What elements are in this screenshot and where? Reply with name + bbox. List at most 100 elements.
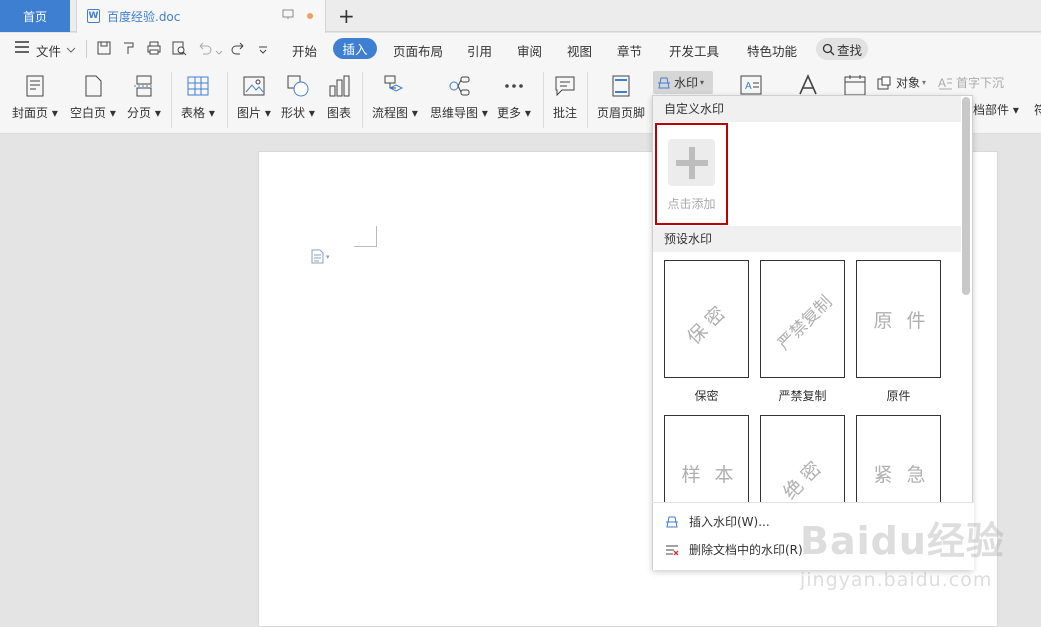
page-break-button[interactable]: 分页 ▾ — [127, 73, 161, 129]
insert-watermark-item[interactable]: 插入水印(W)... — [665, 513, 770, 530]
menu-divider — [652, 502, 973, 503]
paragraph-options-icon[interactable]: ▾ — [311, 249, 330, 264]
menu-page-layout[interactable]: 页面布局 — [393, 41, 443, 60]
monitor-icon[interactable] — [282, 9, 294, 23]
mindmap-button[interactable]: 思维导图 ▾ — [430, 73, 488, 129]
word-doc-icon: W — [87, 9, 100, 23]
format-painter-icon[interactable] — [121, 40, 137, 59]
baidu-jingyan-watermark: Baidu经验 jingyan.baidu.com — [800, 510, 1030, 610]
table-label: 表格 ▾ — [181, 106, 215, 120]
quick-access-dropdown-icon[interactable] — [258, 43, 268, 57]
header-footer-button[interactable]: 页眉页脚 — [597, 73, 645, 129]
delete-watermark-item[interactable]: 删除文档中的水印(R) — [665, 541, 803, 558]
cover-page-label: 封面页 ▾ — [12, 106, 58, 120]
insert-watermark-label: 插入水印(W)... — [689, 515, 770, 529]
preset-watermark-label: 严禁复制 — [778, 389, 827, 403]
object-button[interactable]: 对象 ▾ — [876, 74, 926, 91]
preset-watermark-header: 预设水印 — [653, 226, 961, 252]
header-footer-icon — [612, 75, 630, 97]
page-break-icon — [133, 75, 154, 97]
unsaved-dot-icon[interactable] — [307, 13, 313, 19]
redo-icon[interactable] — [230, 41, 246, 58]
menu-developer[interactable]: 开发工具 — [669, 41, 719, 60]
custom-watermark-header: 自定义水印 — [653, 96, 961, 122]
blank-page-button[interactable]: 空白页 ▾ — [70, 73, 116, 129]
shape-label: 形状 ▾ — [281, 106, 315, 120]
file-menu[interactable]: 文件 — [36, 41, 61, 60]
more-label: 更多 ▾ — [497, 106, 531, 120]
menu-review[interactable]: 审阅 — [517, 41, 542, 60]
preset-watermark-thumbnail[interactable]: 保密 — [664, 260, 749, 378]
watermark-preview-text: 保密 — [683, 298, 735, 350]
menu-view[interactable]: 视图 — [567, 41, 592, 60]
divider — [86, 40, 87, 58]
print-preview-icon[interactable] — [171, 40, 187, 59]
document-tab-title: 百度经验.doc — [107, 10, 181, 24]
add-watermark-highlight[interactable]: 点击添加 — [655, 123, 728, 225]
drop-cap-icon: A — [938, 76, 952, 90]
search-button[interactable]: 查找 — [816, 38, 868, 60]
undo-icon[interactable] — [197, 41, 213, 58]
plus-icon — [668, 139, 715, 186]
more-button[interactable]: 更多 ▾ — [497, 73, 531, 129]
menu-start[interactable]: 开始 — [292, 41, 317, 60]
mindmap-icon — [449, 76, 470, 96]
shape-button[interactable]: 形状 ▾ — [281, 73, 315, 129]
menu-section[interactable]: 章节 — [617, 41, 642, 60]
header-footer-label: 页眉页脚 — [597, 106, 646, 120]
menu-references[interactable]: 引用 — [467, 41, 492, 60]
delete-watermark-label: 删除文档中的水印(R) — [689, 543, 803, 557]
blank-page-label: 空白页 ▾ — [70, 106, 116, 120]
delete-watermark-icon — [666, 545, 679, 555]
cover-page-button[interactable]: 封面页 ▾ — [12, 73, 58, 129]
blank-page-icon — [85, 75, 102, 97]
tab-document[interactable]: W 百度经验.doc — [76, 0, 326, 33]
hamburger-icon[interactable] — [15, 41, 29, 56]
undo-dropdown-icon[interactable] — [215, 45, 223, 59]
drop-cap-label: 首字下沉 — [956, 76, 1005, 90]
watermark-preview-text: 样本 — [681, 464, 748, 486]
picture-icon — [243, 76, 265, 96]
chart-button[interactable]: 图表 — [327, 73, 351, 129]
save-icon[interactable] — [96, 40, 112, 59]
watermark-icon — [666, 516, 678, 527]
print-icon[interactable] — [146, 40, 162, 59]
comment-icon — [555, 76, 575, 97]
picture-button[interactable]: 图片 ▾ — [237, 73, 271, 129]
watermark-preview-text: 原件 — [873, 310, 940, 332]
preset-watermark-label: 保密 — [694, 389, 719, 403]
chart-label: 图表 — [327, 106, 352, 120]
ribbon-divider — [543, 72, 544, 128]
caret-down-icon: ▾ — [700, 78, 705, 87]
table-icon — [187, 76, 209, 96]
add-watermark-label: 点击添加 — [667, 197, 716, 211]
shape-icon — [287, 75, 309, 97]
comment-button[interactable]: 批注 — [553, 73, 577, 129]
tab-home[interactable]: 首页 — [0, 0, 70, 32]
table-button[interactable]: 表格 ▾ — [181, 73, 215, 129]
preset-watermark-label: 原件 — [886, 389, 911, 403]
mindmap-label: 思维导图 ▾ — [430, 106, 488, 120]
drop-cap-button[interactable]: A 首字下沉 — [937, 74, 1004, 91]
object-label: 对象 — [896, 76, 921, 90]
chevron-down-icon[interactable] — [66, 43, 76, 57]
ribbon-divider — [587, 72, 588, 128]
watermark-dropdown: 自定义水印 点击添加 预设水印 保密 保密 严禁复制 严禁复制 原件 原件 样本… — [652, 95, 974, 570]
menu-special[interactable]: 特色功能 — [747, 41, 797, 60]
caret-down-icon: ▾ — [922, 78, 927, 87]
ribbon-divider — [362, 72, 363, 128]
margin-corner-mark — [354, 226, 377, 247]
menu-insert[interactable]: 插入 — [333, 38, 377, 59]
flowchart-button[interactable]: 流程图 ▾ — [372, 73, 418, 129]
preset-watermark-thumbnail[interactable]: 原件 — [856, 260, 941, 378]
doc-parts-button[interactable]: 档部件 ▾ — [973, 101, 1019, 118]
symbol-button[interactable]: 符 — [1034, 101, 1041, 118]
watermark-preview-text: 严禁复制 — [774, 292, 837, 355]
preset-watermark-thumbnail[interactable]: 严禁复制 — [760, 260, 845, 378]
ribbon-divider — [227, 72, 228, 128]
new-tab-button[interactable]: + — [338, 4, 355, 28]
watermark-button[interactable]: 水印 ▾ — [653, 71, 713, 94]
flowchart-label: 流程图 ▾ — [372, 106, 418, 120]
watermark-preview-text: 紧急 — [873, 464, 940, 486]
dropdown-scrollbar[interactable] — [962, 97, 970, 295]
